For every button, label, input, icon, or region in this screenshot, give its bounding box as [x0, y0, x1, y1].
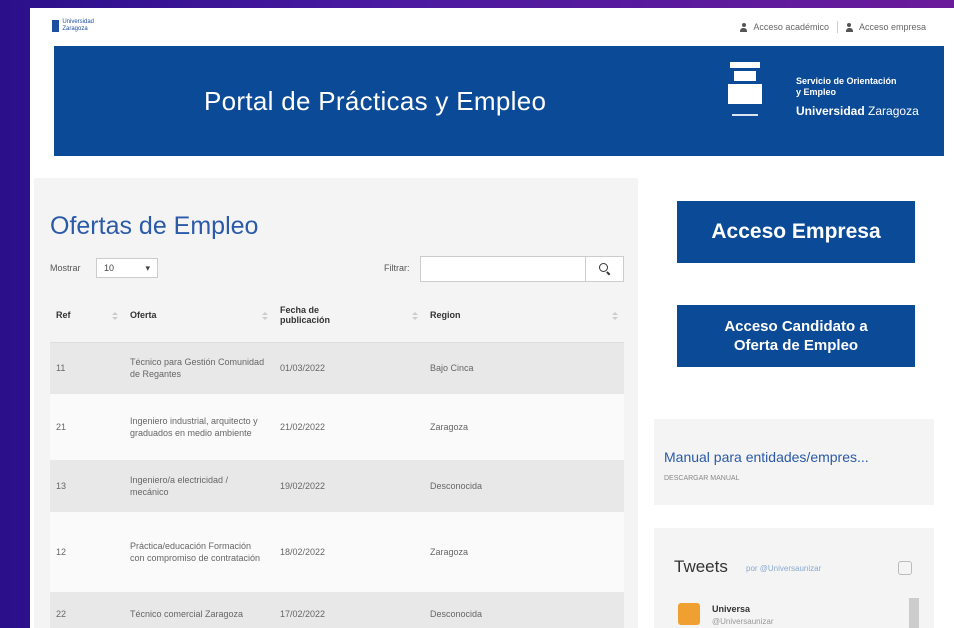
search-icon	[598, 263, 611, 275]
cell-ref: 12	[50, 512, 124, 592]
cell-fecha: 19/02/2022	[274, 460, 424, 512]
tweets-title: Tweets	[674, 557, 728, 576]
candidate-access-button[interactable]: Acceso Candidato a Oferta de Empleo	[677, 305, 915, 367]
column-header-ref[interactable]: Ref	[50, 288, 124, 343]
page-title: Ofertas de Empleo	[50, 212, 259, 240]
company-access-button[interactable]: Acceso Empresa	[677, 201, 915, 263]
top-bar: Universidad Zaragoza Acceso académico Ac…	[30, 8, 954, 46]
sort-icon	[612, 312, 618, 320]
column-header-region[interactable]: Region	[424, 288, 624, 343]
show-entries-label: Mostrar	[50, 263, 81, 273]
table-row[interactable]: 13 Ingeniero/a electricidad / mecánico 1…	[50, 460, 624, 512]
university-branding: Servicio de Orientación y Empleo Univers…	[796, 76, 919, 118]
filter-search-button[interactable]	[586, 256, 624, 282]
column-header-oferta[interactable]: Oferta	[124, 288, 274, 343]
cell-region: Bajo Cinca	[424, 342, 624, 394]
filter-input[interactable]	[420, 256, 586, 282]
manual-widget: Manual para entidades/empres... DESCARGA…	[654, 419, 934, 505]
tweets-by-link[interactable]: por @Universaunizar	[746, 564, 821, 573]
sort-icon	[262, 312, 268, 320]
service-line-2: y Empleo	[796, 87, 837, 97]
portal-banner: Portal de Prácticas y Empleo Servicio de…	[54, 46, 944, 156]
tweets-widget: Tweets por @Universaunizar Universa @Uni…	[654, 528, 934, 628]
access-links: Acceso académico Acceso empresa	[732, 21, 934, 33]
manual-link[interactable]: Manual para entidades/empres...	[664, 449, 869, 465]
user-icon	[740, 22, 748, 32]
cell-fecha: 18/02/2022	[274, 512, 424, 592]
chevron-down-icon: ▾	[145, 262, 150, 273]
tweet-author-name[interactable]: Universa	[712, 604, 750, 614]
user-icon	[845, 22, 853, 32]
cell-region: Zaragoza	[424, 512, 624, 592]
offers-panel: Ofertas de Empleo Mostrar 10 ▾ Filtrar: …	[34, 178, 638, 628]
cell-fecha: 01/03/2022	[274, 342, 424, 394]
candidate-button-line2: Oferta de Empleo	[733, 337, 859, 354]
cell-region: Desconocida	[424, 460, 624, 512]
sort-icon	[412, 312, 418, 320]
show-entries-value: 10	[104, 263, 115, 273]
academic-access-label: Acceso académico	[753, 22, 829, 32]
university-name: Universidad Zaragoza	[796, 104, 919, 118]
filter-label: Filtrar:	[384, 263, 410, 273]
university-name-regular: Zaragoza	[868, 104, 919, 118]
table-row[interactable]: 12 Práctica/educación Formación con comp…	[50, 512, 624, 592]
logo-text: Universidad Zaragoza	[62, 19, 94, 32]
cell-ref: 11	[50, 342, 124, 394]
cell-region: Desconocida	[424, 592, 624, 628]
offers-table: Ref Oferta Fecha de publicación Region 1…	[50, 288, 624, 628]
table-row[interactable]: 22 Técnico comercial Zaragoza 17/02/2022…	[50, 592, 624, 628]
university-emblem-icon	[52, 20, 60, 32]
show-entries-select[interactable]: 10 ▾	[96, 258, 158, 278]
cell-oferta[interactable]: Técnico para Gestión Comunidad de Regant…	[124, 342, 274, 394]
cell-oferta[interactable]: Ingeniero/a electricidad / mecánico	[124, 460, 274, 512]
university-name-bold: Universidad	[796, 104, 865, 118]
cell-region: Zaragoza	[424, 394, 624, 460]
sort-icon	[112, 312, 118, 320]
manual-download-link[interactable]: DESCARGAR MANUAL	[664, 475, 739, 482]
table-row[interactable]: 21 Ingeniero industrial, arquitecto y gr…	[50, 394, 624, 460]
tweet-author-handle[interactable]: @Universaunizar	[712, 617, 773, 626]
company-access-label: Acceso empresa	[858, 22, 926, 32]
cell-fecha: 17/02/2022	[274, 592, 424, 628]
cell-oferta[interactable]: Práctica/educación Formación con comprom…	[124, 512, 274, 592]
cell-fecha: 21/02/2022	[274, 394, 424, 460]
page-frame: Universidad Zaragoza Acceso académico Ac…	[30, 8, 954, 628]
column-header-fecha[interactable]: Fecha de publicación	[274, 288, 424, 343]
cell-ref: 13	[50, 460, 124, 512]
tweets-scrollbar[interactable]	[909, 598, 919, 628]
cell-ref: 21	[50, 394, 124, 460]
cell-ref: 22	[50, 592, 124, 628]
twitter-icon[interactable]	[898, 561, 912, 575]
university-emblem-icon	[726, 62, 764, 124]
company-access-link[interactable]: Acceso empresa	[838, 22, 934, 32]
banner-title: Portal de Prácticas y Empleo	[204, 86, 547, 116]
university-logo-small[interactable]: Universidad Zaragoza	[52, 19, 110, 33]
academic-access-link[interactable]: Acceso académico	[732, 22, 837, 32]
cell-oferta[interactable]: Técnico comercial Zaragoza	[124, 592, 274, 628]
cell-oferta[interactable]: Ingeniero industrial, arquitecto y gradu…	[124, 394, 274, 460]
service-line-1: Servicio de Orientación	[796, 76, 897, 86]
avatar[interactable]	[678, 603, 700, 625]
candidate-button-line1: Acceso Candidato a	[724, 318, 868, 335]
table-row[interactable]: 11 Técnico para Gestión Comunidad de Reg…	[50, 342, 624, 394]
